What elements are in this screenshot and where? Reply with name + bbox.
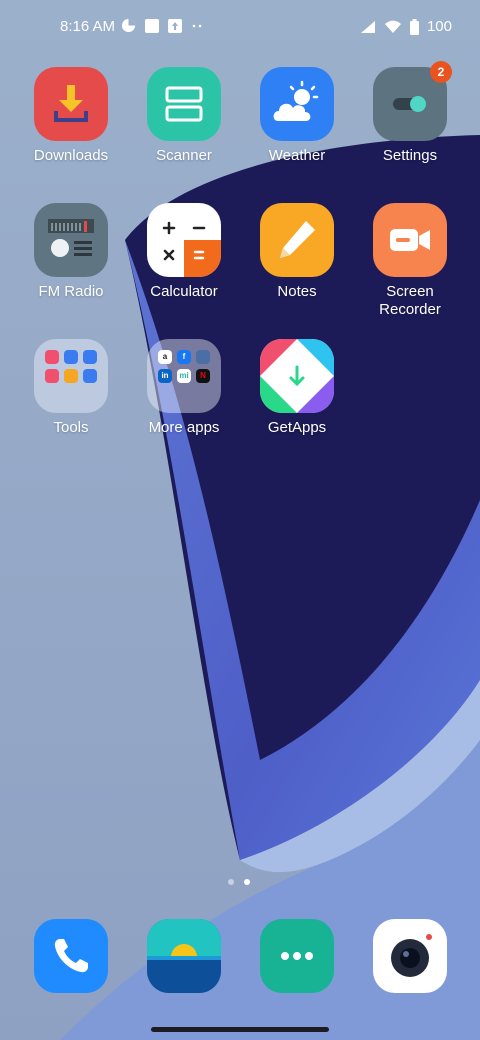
scanner-icon: [147, 67, 221, 141]
app-getapps[interactable]: GetApps: [242, 339, 352, 437]
app-label: Settings: [382, 147, 438, 164]
app-label: Calculator: [150, 283, 218, 300]
mi-store-icon: mi: [177, 369, 191, 383]
dock-messaging[interactable]: [260, 919, 334, 993]
app-label: Notes: [277, 283, 317, 300]
more-apps-folder-icon: a f in mi N: [147, 339, 221, 413]
app-label: More apps: [148, 419, 220, 436]
app-label: Tools: [53, 419, 89, 436]
status-bar: 8:16 AM 100: [0, 0, 480, 56]
upload-notification-icon: [168, 18, 182, 33]
notification-square-icon: [145, 18, 159, 33]
status-time: 8:16 AM: [60, 18, 116, 35]
app-label: Weather: [268, 147, 326, 164]
getapps-icon: [260, 339, 334, 413]
screen-recorder-icon: [373, 203, 447, 277]
calculator-icon: [147, 203, 221, 277]
mini-notes-icon: [64, 369, 78, 383]
page-dot-2[interactable]: [244, 879, 250, 885]
messaging-icon: [281, 952, 313, 960]
more-notifications-icon: [192, 24, 202, 27]
page-indicator[interactable]: [228, 879, 250, 885]
facebook-icon: f: [177, 350, 191, 364]
news-icon: [196, 350, 210, 364]
amazon-icon: a: [158, 350, 172, 364]
page-dot-1[interactable]: [228, 879, 234, 885]
app-screen-recorder[interactable]: Screen Recorder: [355, 203, 465, 319]
mini-recorder-icon: [45, 350, 59, 364]
battery-icon: [409, 18, 419, 35]
notes-pencil-icon: [260, 203, 334, 277]
linkedin-icon: in: [158, 369, 172, 383]
app-weather[interactable]: Weather: [242, 67, 352, 165]
mini-link-icon: [64, 350, 78, 364]
app-downloads[interactable]: Downloads: [16, 67, 126, 165]
dock-gallery[interactable]: [147, 919, 221, 993]
data-saver-icon: [121, 18, 136, 33]
app-settings[interactable]: 2 Settings: [355, 61, 465, 165]
app-label: GetApps: [267, 419, 327, 436]
app-label: Screen Recorder: [379, 283, 441, 318]
weather-icon: [260, 67, 334, 141]
downloads-icon: [34, 67, 108, 141]
app-label: Downloads: [33, 147, 109, 164]
phone-icon: [54, 939, 88, 973]
dock-phone[interactable]: [34, 919, 108, 993]
mini-compass-icon: [83, 350, 97, 364]
mini-book-icon: [45, 369, 59, 383]
battery-level: 100: [426, 18, 452, 35]
app-scanner[interactable]: Scanner: [129, 67, 239, 165]
app-label: Scanner: [156, 147, 212, 164]
dock-camera[interactable]: [373, 919, 447, 993]
camera-icon: [391, 934, 432, 977]
folder-more-apps[interactable]: a f in mi N More apps: [129, 339, 239, 437]
wifi-icon: [384, 20, 401, 33]
fm-radio-icon: [34, 203, 108, 277]
gallery-icon: [147, 919, 221, 993]
mini-settings-icon: [83, 369, 97, 383]
notification-badge: 2: [430, 61, 452, 83]
app-notes[interactable]: Notes: [242, 203, 352, 301]
netflix-icon: N: [196, 369, 210, 383]
app-label: FM Radio: [38, 283, 104, 300]
home-gesture-bar[interactable]: [151, 1027, 329, 1032]
app-calculator[interactable]: Calculator: [129, 203, 239, 301]
folder-tools[interactable]: Tools: [16, 339, 126, 437]
cellular-signal-icon: [360, 20, 375, 33]
app-fm-radio[interactable]: FM Radio: [16, 203, 126, 301]
tools-folder-icon: [34, 339, 108, 413]
